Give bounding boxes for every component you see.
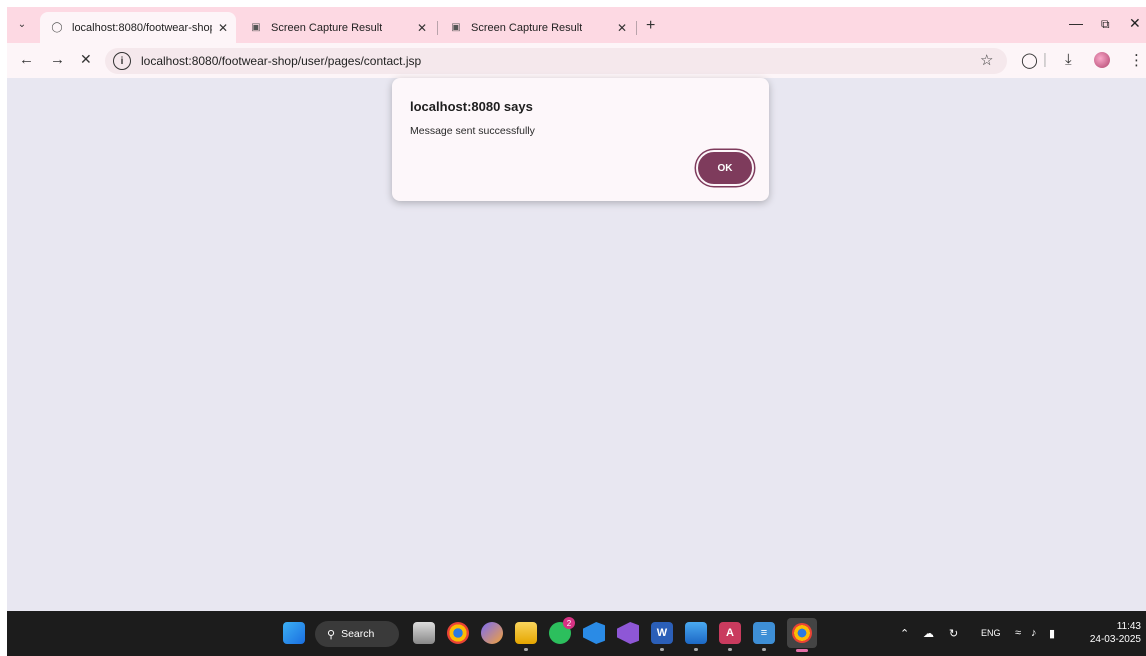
tab-search-chevron-icon[interactable]: ⌄ (10, 12, 34, 36)
tab-title: Screen Capture Result (271, 21, 383, 34)
tab-title: Screen Capture Result (471, 21, 583, 34)
task-view-icon[interactable] (413, 622, 435, 644)
tab-footwear-shop[interactable]: ◯ localhost:8080/footwear-shop/​ ✕ (40, 12, 236, 43)
forward-arrow-icon[interactable]: → (50, 51, 65, 68)
chrome-icon[interactable] (447, 622, 469, 644)
running-indicator (524, 648, 528, 651)
chrome-profile-icon[interactable] (787, 618, 817, 648)
volume-icon[interactable]: ♪ (1031, 627, 1037, 639)
camera-icon: ▣ (451, 22, 461, 33)
tab-screen-capture-1[interactable]: ▣ Screen Capture Result ✕ (239, 12, 435, 43)
tab-strip: ⌄ ◯ localhost:8080/footwear-shop/​ ✕ ▣ S… (7, 7, 1146, 43)
minimize-icon[interactable]: — (1069, 15, 1083, 31)
sync-icon[interactable]: ↻ (949, 627, 958, 640)
browser-window: ⌄ ◯ localhost:8080/footwear-shop/​ ✕ ▣ S… (7, 7, 1146, 656)
more-menu-icon[interactable]: ⋮ (1129, 51, 1144, 69)
download-icon[interactable]: ⤓ (1065, 51, 1072, 68)
running-indicator (762, 648, 766, 651)
running-indicator (694, 648, 698, 651)
copilot-icon[interactable] (481, 622, 503, 644)
clock-time: 11:43 (1116, 621, 1141, 632)
running-indicator (728, 648, 732, 651)
cube-app-icon[interactable] (685, 622, 707, 644)
close-icon[interactable]: ✕ (617, 21, 627, 35)
windows-start-icon[interactable] (283, 622, 305, 644)
new-tab-plus-icon[interactable]: + (646, 17, 655, 35)
bookmark-star-icon[interactable]: ☆ (980, 51, 993, 69)
tab-divider (437, 21, 438, 35)
toolbar-divider: | (1043, 51, 1047, 68)
close-icon[interactable]: ✕ (218, 21, 228, 35)
extensions-icon[interactable]: ◯ (1021, 51, 1038, 69)
address-bar[interactable]: i localhost:8080/footwear-shop/user/page… (105, 48, 1007, 74)
profile-avatar-icon[interactable] (1094, 52, 1110, 68)
dialog-title: localhost:8080 says (410, 99, 533, 114)
battery-icon[interactable]: ▮ (1049, 627, 1055, 640)
cloud-icon[interactable]: ☁ (923, 627, 934, 640)
tab-screen-capture-2[interactable]: ▣ Screen Capture Result ✕ (439, 12, 635, 43)
close-icon[interactable]: ✕ (417, 21, 427, 35)
taskbar-search[interactable]: ⚲ Search (315, 621, 399, 647)
restore-icon[interactable]: ⧉ (1101, 17, 1110, 32)
search-label: Search (341, 628, 375, 640)
close-window-icon[interactable]: ✕ (1129, 15, 1141, 32)
camera-icon: ▣ (251, 22, 261, 33)
wifi-icon[interactable]: ≈ (1015, 627, 1021, 639)
dialog-message: Message sent successfully (410, 125, 535, 137)
tab-title: localhost:8080/footwear-shop/​ (72, 21, 212, 34)
vscode-icon[interactable] (583, 622, 605, 644)
search-icon: ⚲ (327, 628, 336, 641)
chevron-up-icon[interactable]: ⌃ (900, 627, 909, 640)
windows-taskbar: ⚲ Search 2 W A ≡ ⌃ ☁ ↻ ENG ≈ ♪ ▮ 11:43 2… (7, 611, 1146, 656)
visual-studio-icon[interactable] (617, 622, 639, 644)
url-text[interactable]: localhost:8080/footwear-shop/user/pages/… (141, 54, 421, 68)
back-arrow-icon[interactable]: ← (19, 51, 34, 68)
running-indicator (660, 648, 664, 651)
active-app-indicator (796, 649, 808, 652)
notification-badge: 2 (563, 617, 575, 629)
word-icon[interactable]: W (651, 622, 673, 644)
file-explorer-icon[interactable] (515, 622, 537, 644)
notepad-icon[interactable]: ≡ (753, 622, 775, 644)
browser-toolbar: ← → ✕ i localhost:8080/footwear-shop/use… (7, 43, 1146, 78)
language-indicator[interactable]: ENG (981, 628, 1001, 638)
loading-icon: ◯ (51, 22, 63, 33)
info-icon[interactable]: i (113, 52, 131, 70)
tab-divider (636, 21, 637, 35)
system-clock[interactable]: 11:43 24-03-2025 (1079, 620, 1141, 646)
access-icon[interactable]: A (719, 622, 741, 644)
ok-button[interactable]: OK (696, 150, 754, 186)
alert-dialog: localhost:8080 says Message sent success… (392, 78, 769, 201)
clock-date: 24-03-2025 (1089, 634, 1141, 645)
stop-loading-icon[interactable]: ✕ (80, 51, 92, 68)
